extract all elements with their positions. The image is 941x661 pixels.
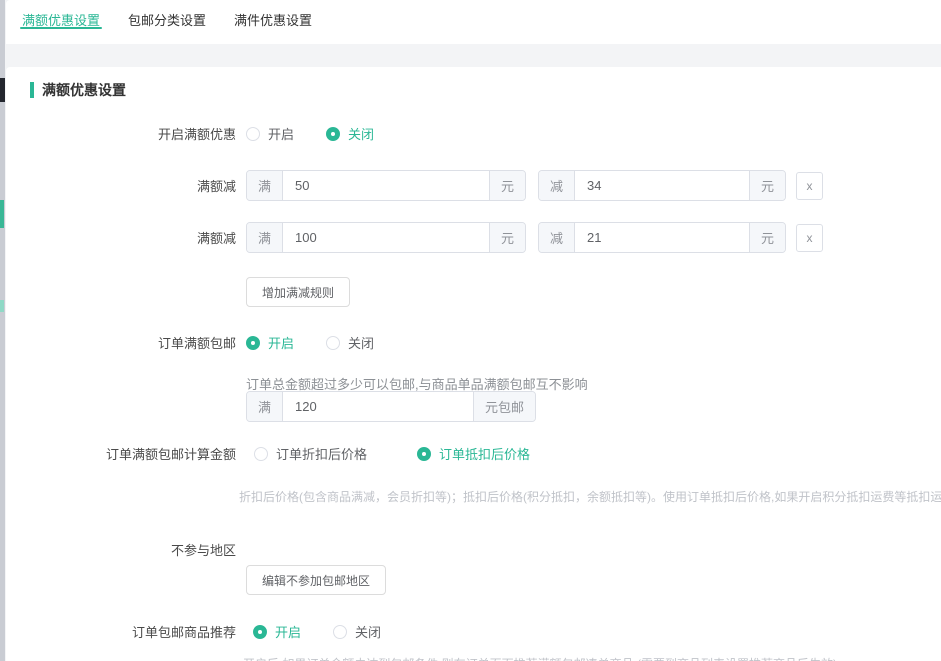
radio-shipping-off[interactable]: 关闭 (326, 333, 374, 352)
section-title: 满额优惠设置 (42, 80, 126, 100)
row-enable-discount: 开启满额优惠 开启 关闭 (6, 124, 406, 143)
radio-circle-icon (333, 625, 347, 639)
row-add-rule: 增加满减规则 (6, 277, 350, 307)
row-calc-amount: 订单满额包邮计算金额 订单折扣后价格 订单抵扣后价格 (6, 444, 562, 463)
edit-excluded-regions-button[interactable]: 编辑不参加包邮地区 (246, 565, 386, 595)
rule-label: 满额减 (6, 228, 236, 247)
sidebar-active-tick (0, 300, 4, 312)
section-header: 满额优惠设置 (30, 80, 126, 100)
row-shipping-threshold: 满 元包邮 (6, 391, 536, 422)
minus-amount-input[interactable] (575, 223, 749, 252)
radio-shipping-on[interactable]: 开启 (246, 333, 294, 352)
row-order-free-shipping: 订单满额包邮 开启 关闭 (6, 333, 406, 352)
full-amount-input-group: 满 元 (246, 222, 526, 253)
unit-yuan: 元 (489, 171, 525, 200)
radio-label: 开启 (268, 333, 294, 352)
radio-circle-icon (246, 336, 260, 350)
collapsed-sidebar-edge (0, 0, 5, 661)
order-free-shipping-label: 订单满额包邮 (6, 333, 236, 352)
radio-label: 开启 (275, 622, 301, 641)
page: 满额优惠设置 包邮分类设置 满件优惠设置 满额优惠设置 开启满额优惠 开启 关闭 (0, 0, 941, 661)
sidebar-active-tick (0, 200, 4, 228)
row-rule-1: 满额减 满 元 减 元 x (6, 170, 823, 201)
row-rule-2: 满额减 满 元 减 元 x (6, 222, 823, 253)
tab-full-piece-discount[interactable]: 满件优惠设置 (232, 0, 314, 37)
radio-label: 订单折扣后价格 (276, 444, 367, 463)
tabbar: 满额优惠设置 包邮分类设置 满件优惠设置 (6, 0, 941, 44)
row-excluded-regions-button: 编辑不参加包邮地区 (6, 565, 386, 595)
prefix-full: 满 (247, 223, 283, 252)
radio-recommend-off[interactable]: 关闭 (333, 622, 381, 641)
unit-yuan: 元 (749, 171, 785, 200)
prefix-full: 满 (247, 392, 283, 421)
minus-amount-input[interactable] (575, 171, 749, 200)
recommend-help-clipped: 开启后,如果订单金额未达到包邮条件,则在订单页面推荐满额包邮凑单商品,(需要到商… (243, 655, 837, 661)
radio-label: 开启 (268, 124, 294, 143)
unit-yuan: 元 (749, 223, 785, 252)
shipping-threshold-input[interactable] (283, 392, 473, 421)
radio-label: 订单抵扣后价格 (439, 444, 530, 463)
radio-circle-icon (246, 127, 260, 141)
radio-enable-on[interactable]: 开启 (246, 124, 294, 143)
radio-circle-icon (253, 625, 267, 639)
prefix-full: 满 (247, 171, 283, 200)
radio-discounted-price[interactable]: 订单折扣后价格 (254, 444, 367, 463)
section-accent-bar (30, 82, 34, 98)
calc-amount-label: 订单满额包邮计算金额 (6, 444, 236, 463)
prefix-minus: 减 (539, 171, 575, 200)
radio-circle-icon (326, 127, 340, 141)
unit-yuan-free-shipping: 元包邮 (473, 392, 535, 421)
tab-free-shipping-category[interactable]: 包邮分类设置 (126, 0, 208, 37)
tab-card: 满额优惠设置 包邮分类设置 满件优惠设置 (6, 0, 941, 44)
rule-label: 满额减 (6, 176, 236, 195)
unit-yuan: 元 (489, 223, 525, 252)
add-rule-button[interactable]: 增加满减规则 (246, 277, 350, 307)
recommend-label: 订单包邮商品推荐 (6, 622, 236, 641)
radio-label: 关闭 (348, 333, 374, 352)
radio-recommend-on[interactable]: 开启 (253, 622, 301, 641)
full-amount-input[interactable] (283, 171, 489, 200)
prefix-minus: 减 (539, 223, 575, 252)
sidebar-notch (0, 78, 5, 102)
radio-circle-icon (254, 447, 268, 461)
minus-amount-input-group: 减 元 (538, 170, 786, 201)
radio-circle-icon (417, 447, 431, 461)
radio-label: 关闭 (355, 622, 381, 641)
radio-enable-off[interactable]: 关闭 (326, 124, 374, 143)
full-amount-input-group: 满 元 (246, 170, 526, 201)
row-recommend: 订单包邮商品推荐 开启 关闭 (6, 622, 413, 641)
remove-rule-button[interactable]: x (796, 172, 823, 200)
tab-full-amount-discount[interactable]: 满额优惠设置 (20, 0, 102, 37)
remove-rule-button[interactable]: x (796, 224, 823, 252)
radio-label: 关闭 (348, 124, 374, 143)
minus-amount-input-group: 减 元 (538, 222, 786, 253)
settings-panel: 满额优惠设置 开启满额优惠 开启 关闭 满额减 满 (6, 67, 941, 661)
excluded-regions-label: 不参与地区 (6, 540, 236, 559)
enable-discount-label: 开启满额优惠 (6, 124, 236, 143)
radio-deducted-price[interactable]: 订单抵扣后价格 (417, 444, 530, 463)
row-excluded-regions: 不参与地区 (6, 540, 236, 559)
radio-circle-icon (326, 336, 340, 350)
calc-amount-help: 折扣后价格(包含商品满减，会员折扣等)；抵扣后价格(积分抵扣，余额抵扣等)。使用… (239, 488, 941, 505)
full-amount-input[interactable] (283, 223, 489, 252)
shipping-threshold-input-group: 满 元包邮 (246, 391, 536, 422)
